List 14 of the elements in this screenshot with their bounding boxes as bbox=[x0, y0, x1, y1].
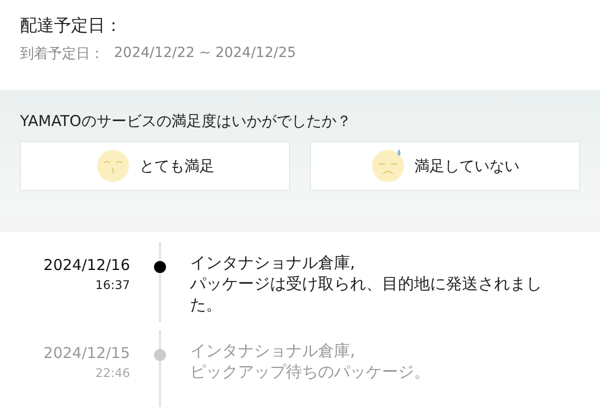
event-date: 2024/12/16 bbox=[44, 256, 130, 274]
event-time: 16:37 bbox=[95, 278, 130, 292]
event-date: 2024/12/15 bbox=[44, 344, 130, 362]
eta-value: 2024/12/22 ~ 2024/12/25 bbox=[114, 45, 296, 63]
delivery-title: 配達予定日： bbox=[20, 15, 123, 37]
rating-button[interactable]: とても満足 bbox=[20, 141, 290, 191]
survey-question: YAMATOのサービスの満足度はいかがでしたか？ bbox=[20, 112, 352, 131]
event-time: 22:46 bbox=[95, 366, 130, 380]
event-description: インタナショナル倉庫, ピックアップ待ちのパッケージ。 bbox=[190, 340, 431, 383]
face-icon bbox=[96, 149, 130, 183]
rating-button[interactable]: 満足していない bbox=[310, 141, 580, 191]
event-description: インタナショナル倉庫, パッケージは受け取られ、目的地に発送されました。 bbox=[190, 252, 543, 316]
eta-label: 到着予定日： bbox=[20, 45, 104, 63]
face-icon bbox=[370, 149, 404, 183]
